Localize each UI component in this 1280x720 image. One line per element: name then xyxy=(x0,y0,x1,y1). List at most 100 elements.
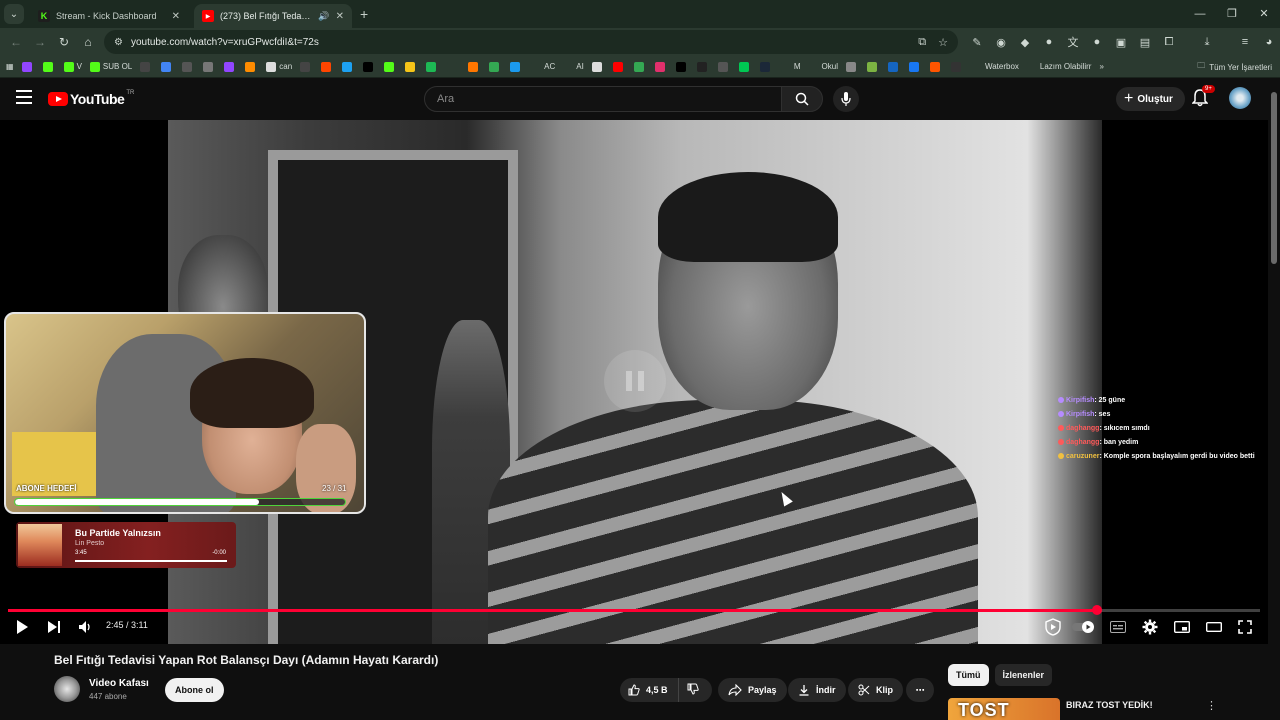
premium-badge-button[interactable] xyxy=(1044,618,1062,636)
bookmark-item[interactable] xyxy=(468,61,481,72)
bookmark-item[interactable] xyxy=(633,61,647,72)
tab-youtube[interactable]: ▶ (273) Bel Fıtığı Tedavisi Yapan 🔊 ✕ xyxy=(194,4,352,28)
recommended-video-title[interactable]: BIRAZ TOST YEDİK! xyxy=(1066,700,1153,710)
more-actions-button[interactable]: ⋯ xyxy=(906,678,934,702)
dislike-button[interactable] xyxy=(679,683,707,697)
bookmark-item[interactable] xyxy=(21,61,35,72)
bookmark-item[interactable] xyxy=(696,61,710,72)
url-field[interactable]: ⚙ youtube.com/watch?v=xruGPwcfdiI&t=72s … xyxy=(104,30,958,54)
bookmark-item[interactable] xyxy=(675,61,689,72)
bookmark-item[interactable] xyxy=(738,61,752,72)
youtube-logo[interactable]: YouTube TR xyxy=(48,90,134,107)
fullscreen-button[interactable] xyxy=(1238,618,1252,636)
close-window-icon[interactable]: ✕ xyxy=(1248,0,1280,28)
site-info-icon[interactable]: ⚙ xyxy=(114,37,123,48)
settings-button[interactable] xyxy=(1142,618,1158,636)
share-button[interactable]: Paylaş xyxy=(718,678,787,702)
bookmark-item[interactable] xyxy=(161,61,174,72)
bookmarks-more-button[interactable]: » xyxy=(1099,62,1103,71)
bookmark-item[interactable]: Lazım Olabilirr xyxy=(1026,61,1091,72)
mute-button[interactable] xyxy=(78,618,92,636)
extension-icon[interactable]: ◆ xyxy=(1018,36,1032,49)
extension-icon[interactable]: ● xyxy=(1090,36,1104,48)
extension-icon[interactable]: ▤ xyxy=(1138,36,1152,49)
bookmark-item[interactable] xyxy=(510,61,523,72)
eyedropper-icon[interactable]: ✎ xyxy=(970,36,984,49)
restore-icon[interactable]: ❐ xyxy=(1216,0,1248,28)
bookmark-item[interactable] xyxy=(140,61,153,72)
autoplay-toggle[interactable] xyxy=(1072,618,1096,636)
bookmark-star-icon[interactable]: ☆ xyxy=(938,36,948,49)
create-button[interactable]: + Oluştur xyxy=(1116,87,1185,111)
bookmark-item[interactable] xyxy=(612,61,626,72)
bookmark-item[interactable]: Waterbox xyxy=(971,61,1019,72)
new-tab-button[interactable]: + xyxy=(360,6,368,22)
voice-search-button[interactable] xyxy=(833,86,859,112)
channel-avatar[interactable] xyxy=(54,676,80,702)
translate-icon[interactable]: 文 xyxy=(1066,34,1080,50)
search-input[interactable]: Ara xyxy=(424,86,782,112)
bookmark-item[interactable]: can xyxy=(266,61,292,72)
speaker-icon[interactable]: 🔊 xyxy=(318,11,329,22)
tab-search-icon[interactable]: ⌄ xyxy=(4,4,24,24)
extension-icon[interactable]: ◉ xyxy=(994,36,1008,49)
extension-icon[interactable]: ▣ xyxy=(1114,36,1128,49)
bookmark-item[interactable] xyxy=(300,61,313,72)
download-icon[interactable]: ⤓ xyxy=(1200,36,1214,49)
back-icon[interactable]: ← xyxy=(4,35,28,49)
puzzle-icon[interactable]: ⧠ xyxy=(1162,36,1176,49)
bookmark-item[interactable] xyxy=(405,61,418,72)
bookmark-item[interactable]: AC xyxy=(531,61,555,72)
media-control-icon[interactable]: ≡ xyxy=(1238,36,1252,48)
bookmark-item[interactable] xyxy=(426,61,439,72)
bookmark-item[interactable] xyxy=(717,61,731,72)
bookmark-item[interactable] xyxy=(759,61,773,72)
home-icon[interactable]: ⌂ xyxy=(76,35,100,49)
bookmark-item[interactable] xyxy=(203,61,216,72)
bookmark-item[interactable] xyxy=(950,61,964,72)
bookmark-item[interactable]: M xyxy=(780,61,801,72)
bookmark-item[interactable] xyxy=(224,61,237,72)
search-button[interactable] xyxy=(781,86,823,112)
bookmark-item[interactable] xyxy=(342,61,355,72)
install-app-icon[interactable]: ⧉ xyxy=(918,36,926,49)
bookmark-item[interactable] xyxy=(591,61,605,72)
chip-all[interactable]: Tümü xyxy=(948,664,989,686)
close-tab-icon[interactable]: ✕ xyxy=(172,11,180,22)
bookmark-item[interactable] xyxy=(908,61,922,72)
minimize-icon[interactable]: — xyxy=(1184,0,1216,28)
bookmark-item[interactable] xyxy=(447,61,460,72)
bookmark-item[interactable] xyxy=(929,61,943,72)
bookmark-item[interactable] xyxy=(866,61,880,72)
bookmark-item[interactable] xyxy=(321,61,334,72)
bookmark-item[interactable]: SUB OL xyxy=(89,61,132,72)
miniplayer-button[interactable] xyxy=(1174,618,1190,636)
bookmark-item[interactable]: Okul xyxy=(808,61,838,72)
recommended-video-thumbnail[interactable]: TOST xyxy=(948,698,1060,720)
bookmark-item[interactable]: V xyxy=(63,61,82,72)
next-video-button[interactable] xyxy=(46,618,62,636)
extension-icon[interactable]: ● xyxy=(1042,36,1056,48)
bookmark-item[interactable] xyxy=(654,61,668,72)
bookmark-item[interactable] xyxy=(489,61,502,72)
subscribe-button[interactable]: Abone ol xyxy=(165,678,224,702)
bookmark-item[interactable] xyxy=(887,61,901,72)
bookmark-item[interactable] xyxy=(845,61,859,72)
menu-hamburger-icon[interactable] xyxy=(16,90,32,104)
page-scrollbar[interactable] xyxy=(1270,82,1278,718)
account-avatar[interactable] xyxy=(1229,87,1251,109)
channel-name[interactable]: Video Kafası xyxy=(89,678,149,689)
more-vertical-icon[interactable]: ⋮ xyxy=(1206,699,1217,712)
like-button[interactable]: 4,5 B xyxy=(620,678,679,702)
close-tab-icon[interactable]: ✕ xyxy=(336,11,344,22)
clip-button[interactable]: Klip xyxy=(848,678,903,702)
bookmark-item[interactable] xyxy=(245,61,258,72)
scrollbar-thumb[interactable] xyxy=(1271,92,1277,264)
tab-kick-dashboard[interactable]: K Stream - Kick Dashboard ✕ xyxy=(30,4,188,28)
theater-mode-button[interactable] xyxy=(1206,618,1222,636)
download-button[interactable]: İndir xyxy=(788,678,846,702)
subtitles-button[interactable] xyxy=(1110,618,1126,636)
bookmark-item[interactable] xyxy=(42,61,56,72)
bookmark-item[interactable] xyxy=(384,61,397,72)
forward-icon[interactable]: → xyxy=(28,35,52,49)
